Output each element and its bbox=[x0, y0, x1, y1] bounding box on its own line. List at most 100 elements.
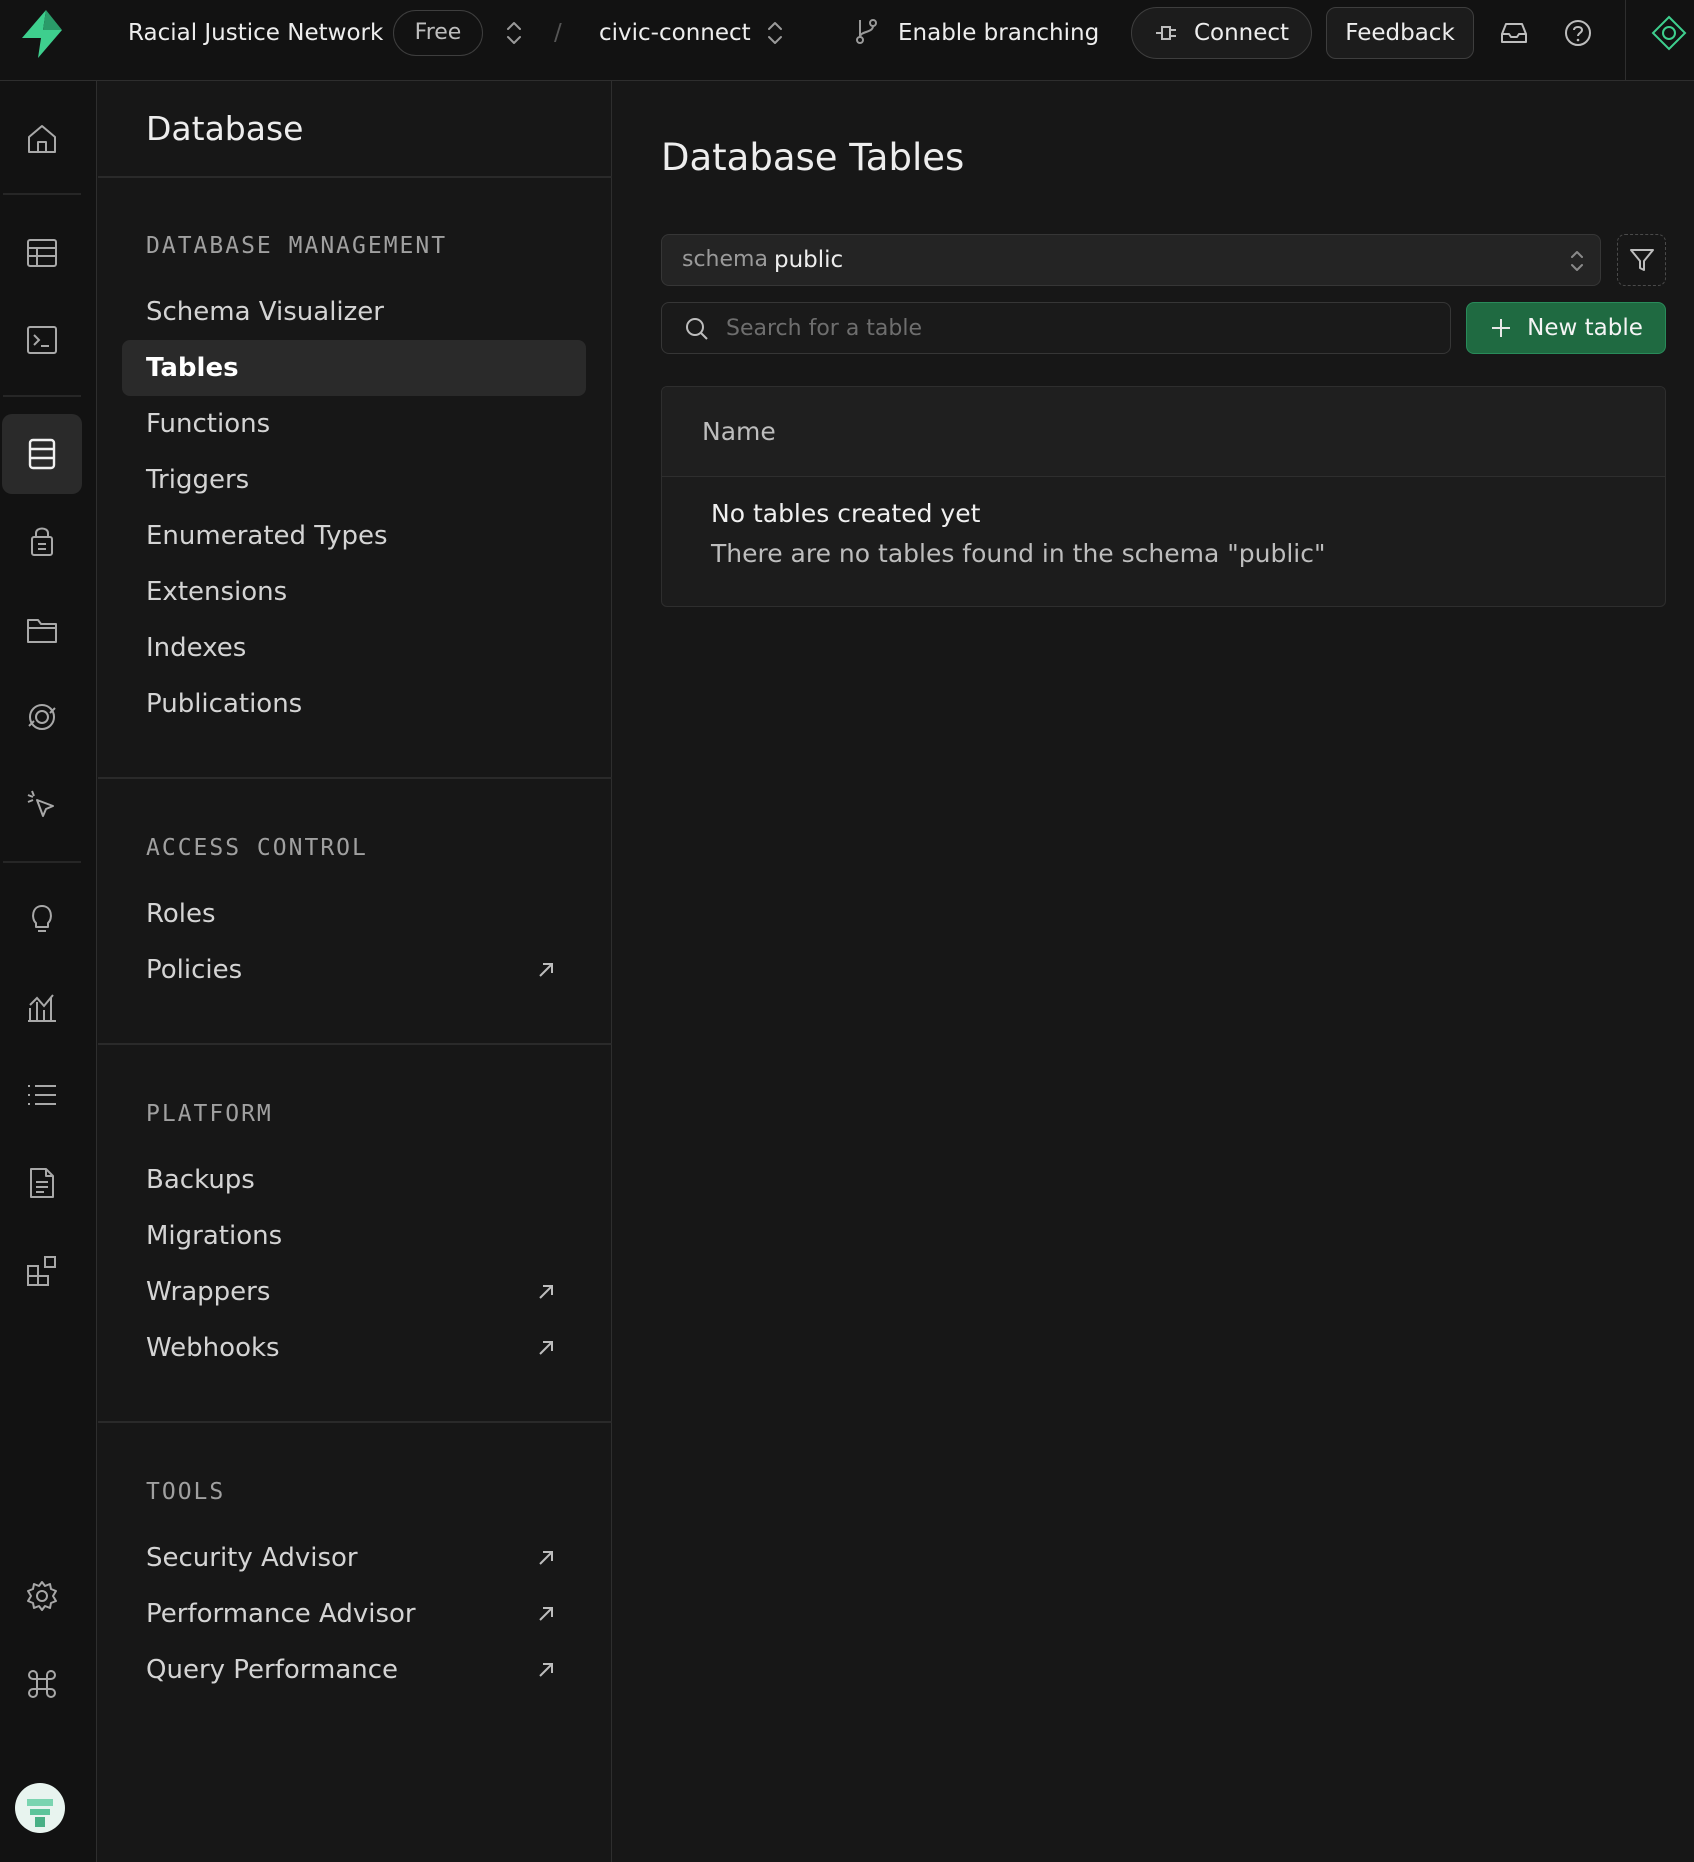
sidebar-item-label: Indexes bbox=[146, 633, 247, 663]
sidebar-divider bbox=[98, 176, 612, 178]
rail-divider bbox=[3, 193, 81, 195]
sidebar-item-query-performance[interactable]: Query Performance bbox=[122, 1642, 586, 1698]
external-link-icon bbox=[534, 1546, 558, 1570]
supabase-logo-icon[interactable] bbox=[16, 8, 68, 60]
sidebar-divider bbox=[98, 1043, 612, 1045]
sidebar-item-roles[interactable]: Roles bbox=[122, 886, 586, 942]
sidebar-item-label: Tables bbox=[146, 353, 239, 383]
sidebar-item-label: Triggers bbox=[146, 465, 250, 495]
section-heading-tools: TOOLS bbox=[146, 1479, 226, 1505]
section-heading-access-control: ACCESS CONTROL bbox=[146, 835, 368, 861]
filter-button[interactable] bbox=[1617, 234, 1666, 286]
external-link-icon bbox=[534, 958, 558, 982]
section-heading-platform: PLATFORM bbox=[146, 1101, 273, 1127]
sidebar-item-extensions[interactable]: Extensions bbox=[122, 564, 586, 620]
sidebar-item-policies[interactable]: Policies bbox=[122, 942, 586, 998]
sidebar-item-tables[interactable]: Tables bbox=[122, 340, 586, 396]
table-search bbox=[661, 302, 1451, 354]
sidebar-item-schema-visualizer[interactable]: Schema Visualizer bbox=[122, 284, 586, 340]
external-link-icon bbox=[534, 1280, 558, 1304]
edge-functions-icon[interactable] bbox=[20, 783, 64, 827]
enable-branching-button[interactable]: Enable branching bbox=[898, 0, 1099, 66]
plug-icon bbox=[1154, 21, 1182, 45]
sidebar-item-triggers[interactable]: Triggers bbox=[122, 452, 586, 508]
sidebar-item-performance-advisor[interactable]: Performance Advisor bbox=[122, 1586, 586, 1642]
sidebar-item-webhooks[interactable]: Webhooks bbox=[122, 1320, 586, 1376]
logs-icon[interactable] bbox=[20, 1073, 64, 1117]
schema-select[interactable]: schema public bbox=[661, 234, 1601, 286]
sidebar-item-label: Backups bbox=[146, 1165, 255, 1195]
sidebar-item-label: Publications bbox=[146, 689, 303, 719]
sidebar-item-label: Query Performance bbox=[146, 1655, 399, 1685]
tables-table: Name No tables created yet There are no … bbox=[661, 386, 1666, 607]
empty-state-title: No tables created yet bbox=[711, 499, 981, 528]
sidebar-item-label: Security Advisor bbox=[146, 1543, 358, 1573]
sidebar-item-publications[interactable]: Publications bbox=[122, 676, 586, 732]
advisors-icon[interactable] bbox=[20, 897, 64, 941]
sidebar-item-label: Enumerated Types bbox=[146, 521, 388, 551]
database-icon[interactable] bbox=[20, 432, 64, 476]
connect-button[interactable]: Connect bbox=[1131, 7, 1312, 59]
sidebar-item-label: Migrations bbox=[146, 1221, 283, 1251]
sidebar-item-indexes[interactable]: Indexes bbox=[122, 620, 586, 676]
sidebar-item-security-advisor[interactable]: Security Advisor bbox=[122, 1530, 586, 1586]
reports-icon[interactable] bbox=[20, 985, 64, 1029]
realtime-icon[interactable] bbox=[20, 695, 64, 739]
org-switcher-chevrons-icon[interactable] bbox=[499, 18, 529, 48]
avatar[interactable] bbox=[15, 1783, 65, 1833]
icon-rail bbox=[0, 81, 97, 1862]
org-name[interactable]: Racial Justice Network bbox=[128, 0, 383, 66]
sidebar-item-backups[interactable]: Backups bbox=[122, 1152, 586, 1208]
help-icon[interactable] bbox=[1563, 18, 1593, 48]
search-icon bbox=[684, 316, 710, 342]
schema-select-value: public bbox=[774, 247, 844, 273]
rail-divider bbox=[3, 395, 81, 397]
storage-icon[interactable] bbox=[20, 607, 64, 651]
top-bar: Racial Justice Network Free / civic-conn… bbox=[0, 0, 1694, 81]
external-link-icon bbox=[534, 1336, 558, 1360]
project-switcher-chevrons-icon[interactable] bbox=[760, 18, 790, 48]
inbox-icon[interactable] bbox=[1499, 18, 1529, 48]
sidebar-item-functions[interactable]: Functions bbox=[122, 396, 586, 452]
settings-icon[interactable] bbox=[20, 1574, 64, 1618]
project-name[interactable]: civic-connect bbox=[599, 0, 751, 66]
sidebar-item-migrations[interactable]: Migrations bbox=[122, 1208, 586, 1264]
rail-divider bbox=[3, 861, 81, 863]
new-table-label: New table bbox=[1527, 315, 1643, 341]
sidebar-divider bbox=[98, 777, 612, 779]
plus-icon bbox=[1489, 316, 1513, 340]
column-header-name: Name bbox=[702, 417, 776, 446]
assistant-icon[interactable] bbox=[1651, 15, 1687, 51]
integrations-icon[interactable] bbox=[20, 1249, 64, 1293]
page-title: Database Tables bbox=[661, 136, 965, 179]
sql-editor-icon[interactable] bbox=[20, 318, 64, 362]
table-header-row: Name bbox=[662, 387, 1665, 477]
sidebar-title: Database bbox=[146, 109, 304, 148]
chevrons-up-down-icon bbox=[1566, 247, 1588, 275]
table-editor-icon[interactable] bbox=[20, 231, 64, 275]
empty-state-description: There are no tables found in the schema … bbox=[711, 539, 1326, 568]
connect-label: Connect bbox=[1193, 20, 1290, 46]
auth-icon[interactable] bbox=[20, 519, 64, 563]
search-input[interactable] bbox=[726, 303, 1426, 353]
sidebar-item-label: Extensions bbox=[146, 577, 288, 607]
sidebar-item-enumerated-types[interactable]: Enumerated Types bbox=[122, 508, 586, 564]
sidebar-item-label: Roles bbox=[146, 899, 216, 929]
sidebar-divider bbox=[98, 1421, 612, 1423]
sidebar-item-wrappers[interactable]: Wrappers bbox=[122, 1264, 586, 1320]
command-icon[interactable] bbox=[20, 1662, 64, 1706]
topbar-divider bbox=[1625, 0, 1626, 81]
api-docs-icon[interactable] bbox=[20, 1161, 64, 1205]
external-link-icon bbox=[534, 1658, 558, 1682]
section-heading-database-management: DATABASE MANAGEMENT bbox=[146, 233, 448, 259]
database-sidebar: Database DATABASE MANAGEMENT Schema Visu… bbox=[98, 81, 612, 1862]
sidebar-item-label: Wrappers bbox=[146, 1277, 271, 1307]
sidebar-item-label: Schema Visualizer bbox=[146, 297, 384, 327]
external-link-icon bbox=[534, 1602, 558, 1626]
schema-select-key: schema bbox=[682, 247, 768, 272]
git-branch-icon bbox=[851, 16, 881, 46]
sidebar-item-label: Performance Advisor bbox=[146, 1599, 416, 1629]
new-table-button[interactable]: New table bbox=[1466, 302, 1666, 354]
feedback-button[interactable]: Feedback bbox=[1326, 7, 1474, 59]
home-icon[interactable] bbox=[20, 117, 64, 161]
